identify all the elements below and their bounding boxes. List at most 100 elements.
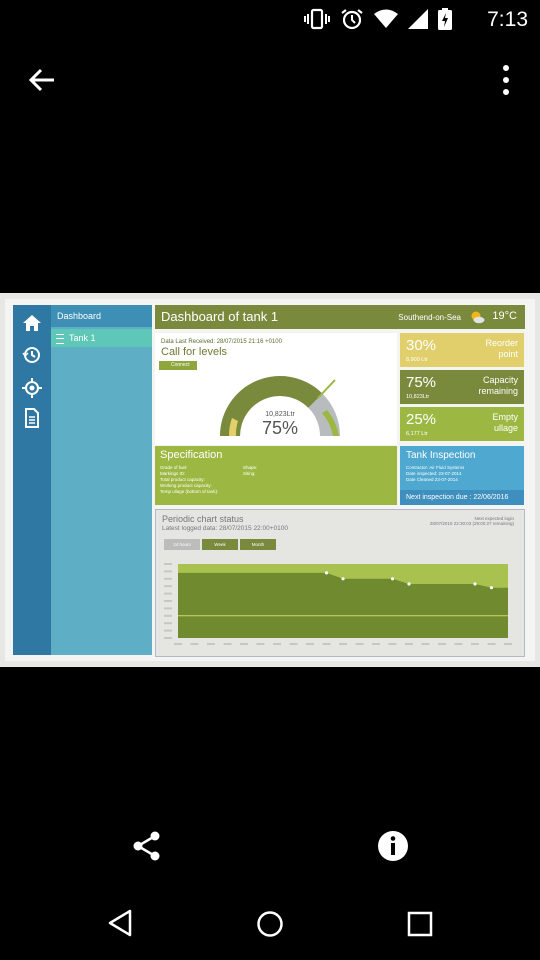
wifi-icon [374,9,398,28]
x-tick-label [438,643,446,645]
stat-reorder-point: 30% 8,900 Ltr Reorder point [400,333,524,367]
gauge-needle [317,379,336,399]
clock: 7:13 [487,8,528,31]
data-point [473,582,477,586]
levels-title: Call for levels [161,346,228,358]
stat-label-line2: ullage [493,423,518,433]
y-tick-label [164,592,172,595]
home-nav-icon[interactable] [256,910,284,938]
x-tick-label [487,643,496,645]
gauge-percent: 75% [262,418,298,438]
temperature: 19°C [492,310,517,322]
stat-percent: 30% [406,337,437,354]
nav-item-tank-1[interactable]: Tank 1 [51,329,152,347]
history-icon[interactable] [22,345,42,365]
y-tick-label [164,600,172,602]
x-tick-label [207,643,215,645]
back-nav-icon[interactable] [106,908,134,938]
data-point [341,577,345,581]
data-point [324,571,329,575]
weather-partly-cloudy-icon [471,311,485,324]
location-label: Southend-on-Sea [398,313,461,322]
x-tick-label [405,643,413,645]
x-tick-label [471,643,479,645]
x-tick-label [273,643,281,645]
next-expected-login: Next expected login 28/07/2015 22:30:03 (… [430,516,514,526]
stat-label-line1: Capacity [482,375,518,385]
stat-label-line2: point [498,349,518,359]
range-week-button[interactable]: Week [202,539,238,550]
more-options-icon[interactable] [500,64,512,96]
cleaned-date: Date Cleaned 23-07-2014 [406,477,458,482]
nav-panel: Dashboard Tank 1 [51,305,152,655]
signal-icon [408,9,428,29]
document-icon[interactable] [22,408,42,428]
home-icon[interactable] [22,313,42,333]
y-tick-label [164,570,172,573]
nav-item-dashboard[interactable]: Dashboard [51,305,152,327]
next-login-time: 28/07/2015 22:30:03 (29:00:27 remaining) [429,521,514,526]
stat-label-line2: remaining [478,386,518,396]
stat-volume: 6,177 Ltr [406,431,428,437]
stat-volume: 10,823Ltr [406,394,430,400]
gauge-value: 10,823Ltr [265,411,295,418]
stat-capacity-remaining: 75% 10,823Ltr Capacity remaining [400,370,524,404]
stat-percent: 75% [406,374,437,391]
x-tick-label [306,643,314,645]
next-inspection: Next inspection due : 22/06/2016 [400,490,524,505]
x-tick-label [421,643,430,645]
periodic-chart-card: Periodic chart status Latest logged data… [155,509,525,657]
level-history-chart [164,563,512,645]
data-received-text: Data Last Received: 28/07/2015 21:16 +01… [161,339,282,345]
x-tick-label [322,643,331,645]
y-tick-label [164,614,172,617]
dashboard-content: Dashboard of tank 1 Southend-on-Sea 19°C… [155,305,525,657]
viewer-toolbar [0,40,540,120]
x-tick-label [339,643,347,645]
page-title: Dashboard of tank 1 [161,309,279,324]
y-tick-label [164,622,172,625]
x-tick-label [256,643,265,645]
status-bar: 7:13 [0,0,540,40]
system-navigation-bar [0,890,540,960]
vibrate-icon [304,8,330,30]
data-point [390,577,395,581]
x-tick-label [355,643,364,645]
share-icon[interactable] [132,830,162,862]
stat-label-line1: Empty [492,412,518,422]
x-tick-label [289,643,298,645]
y-tick-label [164,563,172,565]
specification-card: Specification Grade of fuel: Markings ID… [155,446,397,505]
x-tick-label [372,643,380,645]
chart-title: Periodic chart status [162,514,244,524]
y-tick-label [164,629,172,632]
stat-volume: 8,900 Ltr [406,357,428,363]
location-target-icon[interactable] [22,378,42,398]
range-24-hours-button[interactable]: 24 hours [164,539,200,550]
inspection-date: Date inspected: 23-07-2014 [406,471,462,476]
dashboard-header: Dashboard of tank 1 Southend-on-Sea 19°C [155,305,525,329]
connect-button[interactable]: Connect [159,361,197,370]
y-tick-label [164,585,172,588]
range-month-button[interactable]: Month [240,539,276,550]
y-tick-label [164,607,172,610]
stat-label: Reorder point [458,338,518,360]
y-tick-label [164,637,172,639]
stat-percent: 25% [406,411,437,428]
data-point [489,586,494,590]
status-icons [304,8,452,30]
x-tick-label [388,643,397,645]
recents-nav-icon[interactable] [407,911,433,937]
viewer-actions [0,826,540,866]
specification-title: Specification [160,449,223,461]
icon-sidebar [13,305,51,655]
x-tick-label [223,643,232,645]
battery-charging-icon [438,8,452,30]
back-arrow-icon[interactable] [24,62,60,98]
stat-label-line1: Reorder [485,338,518,348]
x-tick-label [504,643,512,645]
stat-label: Empty ullage [458,412,518,434]
info-icon[interactable] [377,830,409,862]
stat-label: Capacity remaining [458,375,518,397]
x-tick-label [190,643,199,645]
